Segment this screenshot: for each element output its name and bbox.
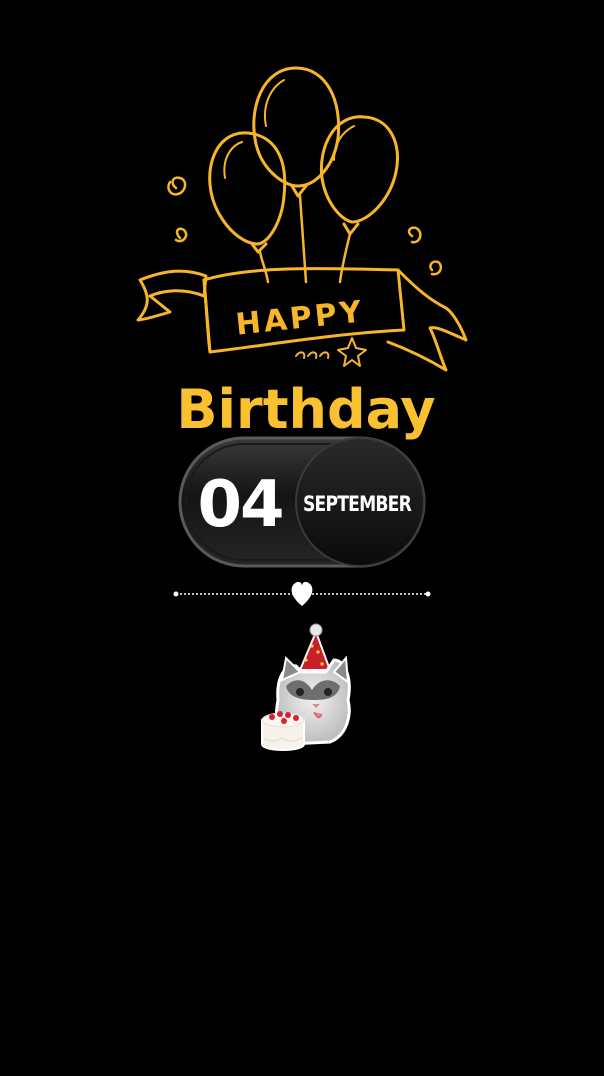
divider	[173, 581, 431, 606]
month-label: SEPTEMBER	[303, 492, 412, 516]
day-number: 04	[197, 468, 282, 542]
heart-icon	[291, 581, 313, 606]
cake-icon	[261, 711, 305, 751]
party-hat-icon	[298, 629, 332, 671]
birthday-card: HAPPY Birthday 04 SEPTEMBER	[136, 66, 468, 751]
cat-sticker	[261, 623, 351, 751]
date-badge: 04 SEPTEMBER	[178, 436, 426, 568]
headline: Birthday	[176, 378, 435, 441]
